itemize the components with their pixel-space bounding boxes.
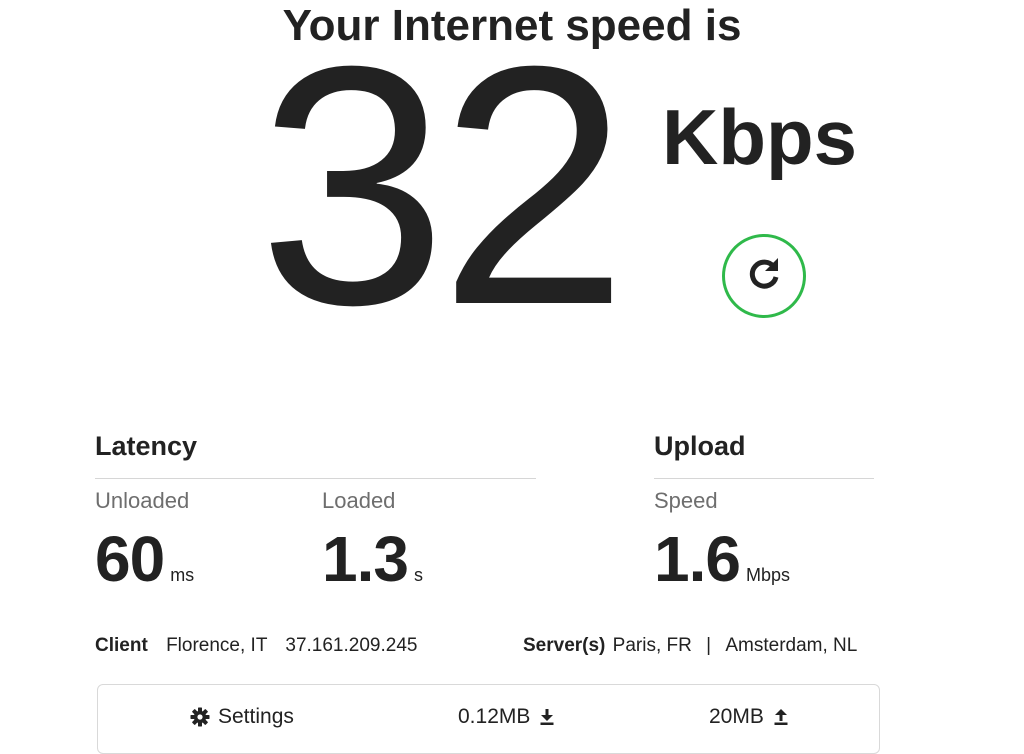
download-size-label: 0.12MB — [458, 705, 531, 728]
client-label: Client — [95, 635, 148, 656]
settings-button[interactable]: Settings — [190, 703, 294, 731]
download-size-button[interactable]: 0.12MB — [458, 703, 554, 731]
latency-title: Latency — [95, 431, 198, 461]
restart-icon — [743, 253, 785, 300]
client-location: Florence, IT — [166, 635, 268, 656]
loaded-latency-unit: s — [413, 565, 423, 585]
gear-icon — [190, 707, 210, 727]
upload-divider — [654, 478, 874, 479]
loaded-latency-value: 1.3 s — [322, 527, 423, 591]
server-secondary: Amsterdam, NL — [725, 635, 858, 656]
upload-size-button[interactable]: 20MB — [709, 703, 788, 731]
loaded-latency-label: Loaded — [322, 488, 396, 513]
client-info: Client Florence, IT 37.161.209.245 — [95, 634, 417, 658]
unloaded-latency-value: 60 ms — [95, 527, 194, 591]
footer-bar: Settings 0.12MB 20MB — [97, 684, 880, 754]
unloaded-latency-number: 60 — [95, 523, 165, 595]
upload-speed-label: Speed — [654, 488, 718, 513]
download-speed-unit: Kbps — [662, 93, 857, 181]
download-speed-value: 32 — [258, 0, 628, 376]
upload-speed-number: 1.6 — [654, 523, 741, 595]
server-label: Server(s) — [523, 635, 606, 656]
upload-size-label: 20MB — [709, 705, 764, 728]
unloaded-latency-unit: ms — [170, 565, 195, 585]
upload-speed-unit: Mbps — [745, 565, 790, 585]
server-info: Server(s) Paris, FR | Amsterdam, NL — [523, 634, 857, 658]
server-separator: | — [706, 635, 712, 656]
server-primary: Paris, FR — [612, 635, 692, 656]
download-icon — [540, 709, 554, 725]
latency-divider — [95, 478, 536, 479]
loaded-latency-number: 1.3 — [322, 523, 409, 595]
settings-label: Settings — [218, 705, 294, 728]
upload-icon — [774, 709, 788, 725]
upload-title: Upload — [654, 431, 746, 461]
client-ip: 37.161.209.245 — [285, 635, 418, 656]
upload-speed-value: 1.6 Mbps — [654, 527, 790, 591]
restart-test-button[interactable] — [722, 234, 806, 318]
unloaded-latency-label: Unloaded — [95, 488, 190, 513]
